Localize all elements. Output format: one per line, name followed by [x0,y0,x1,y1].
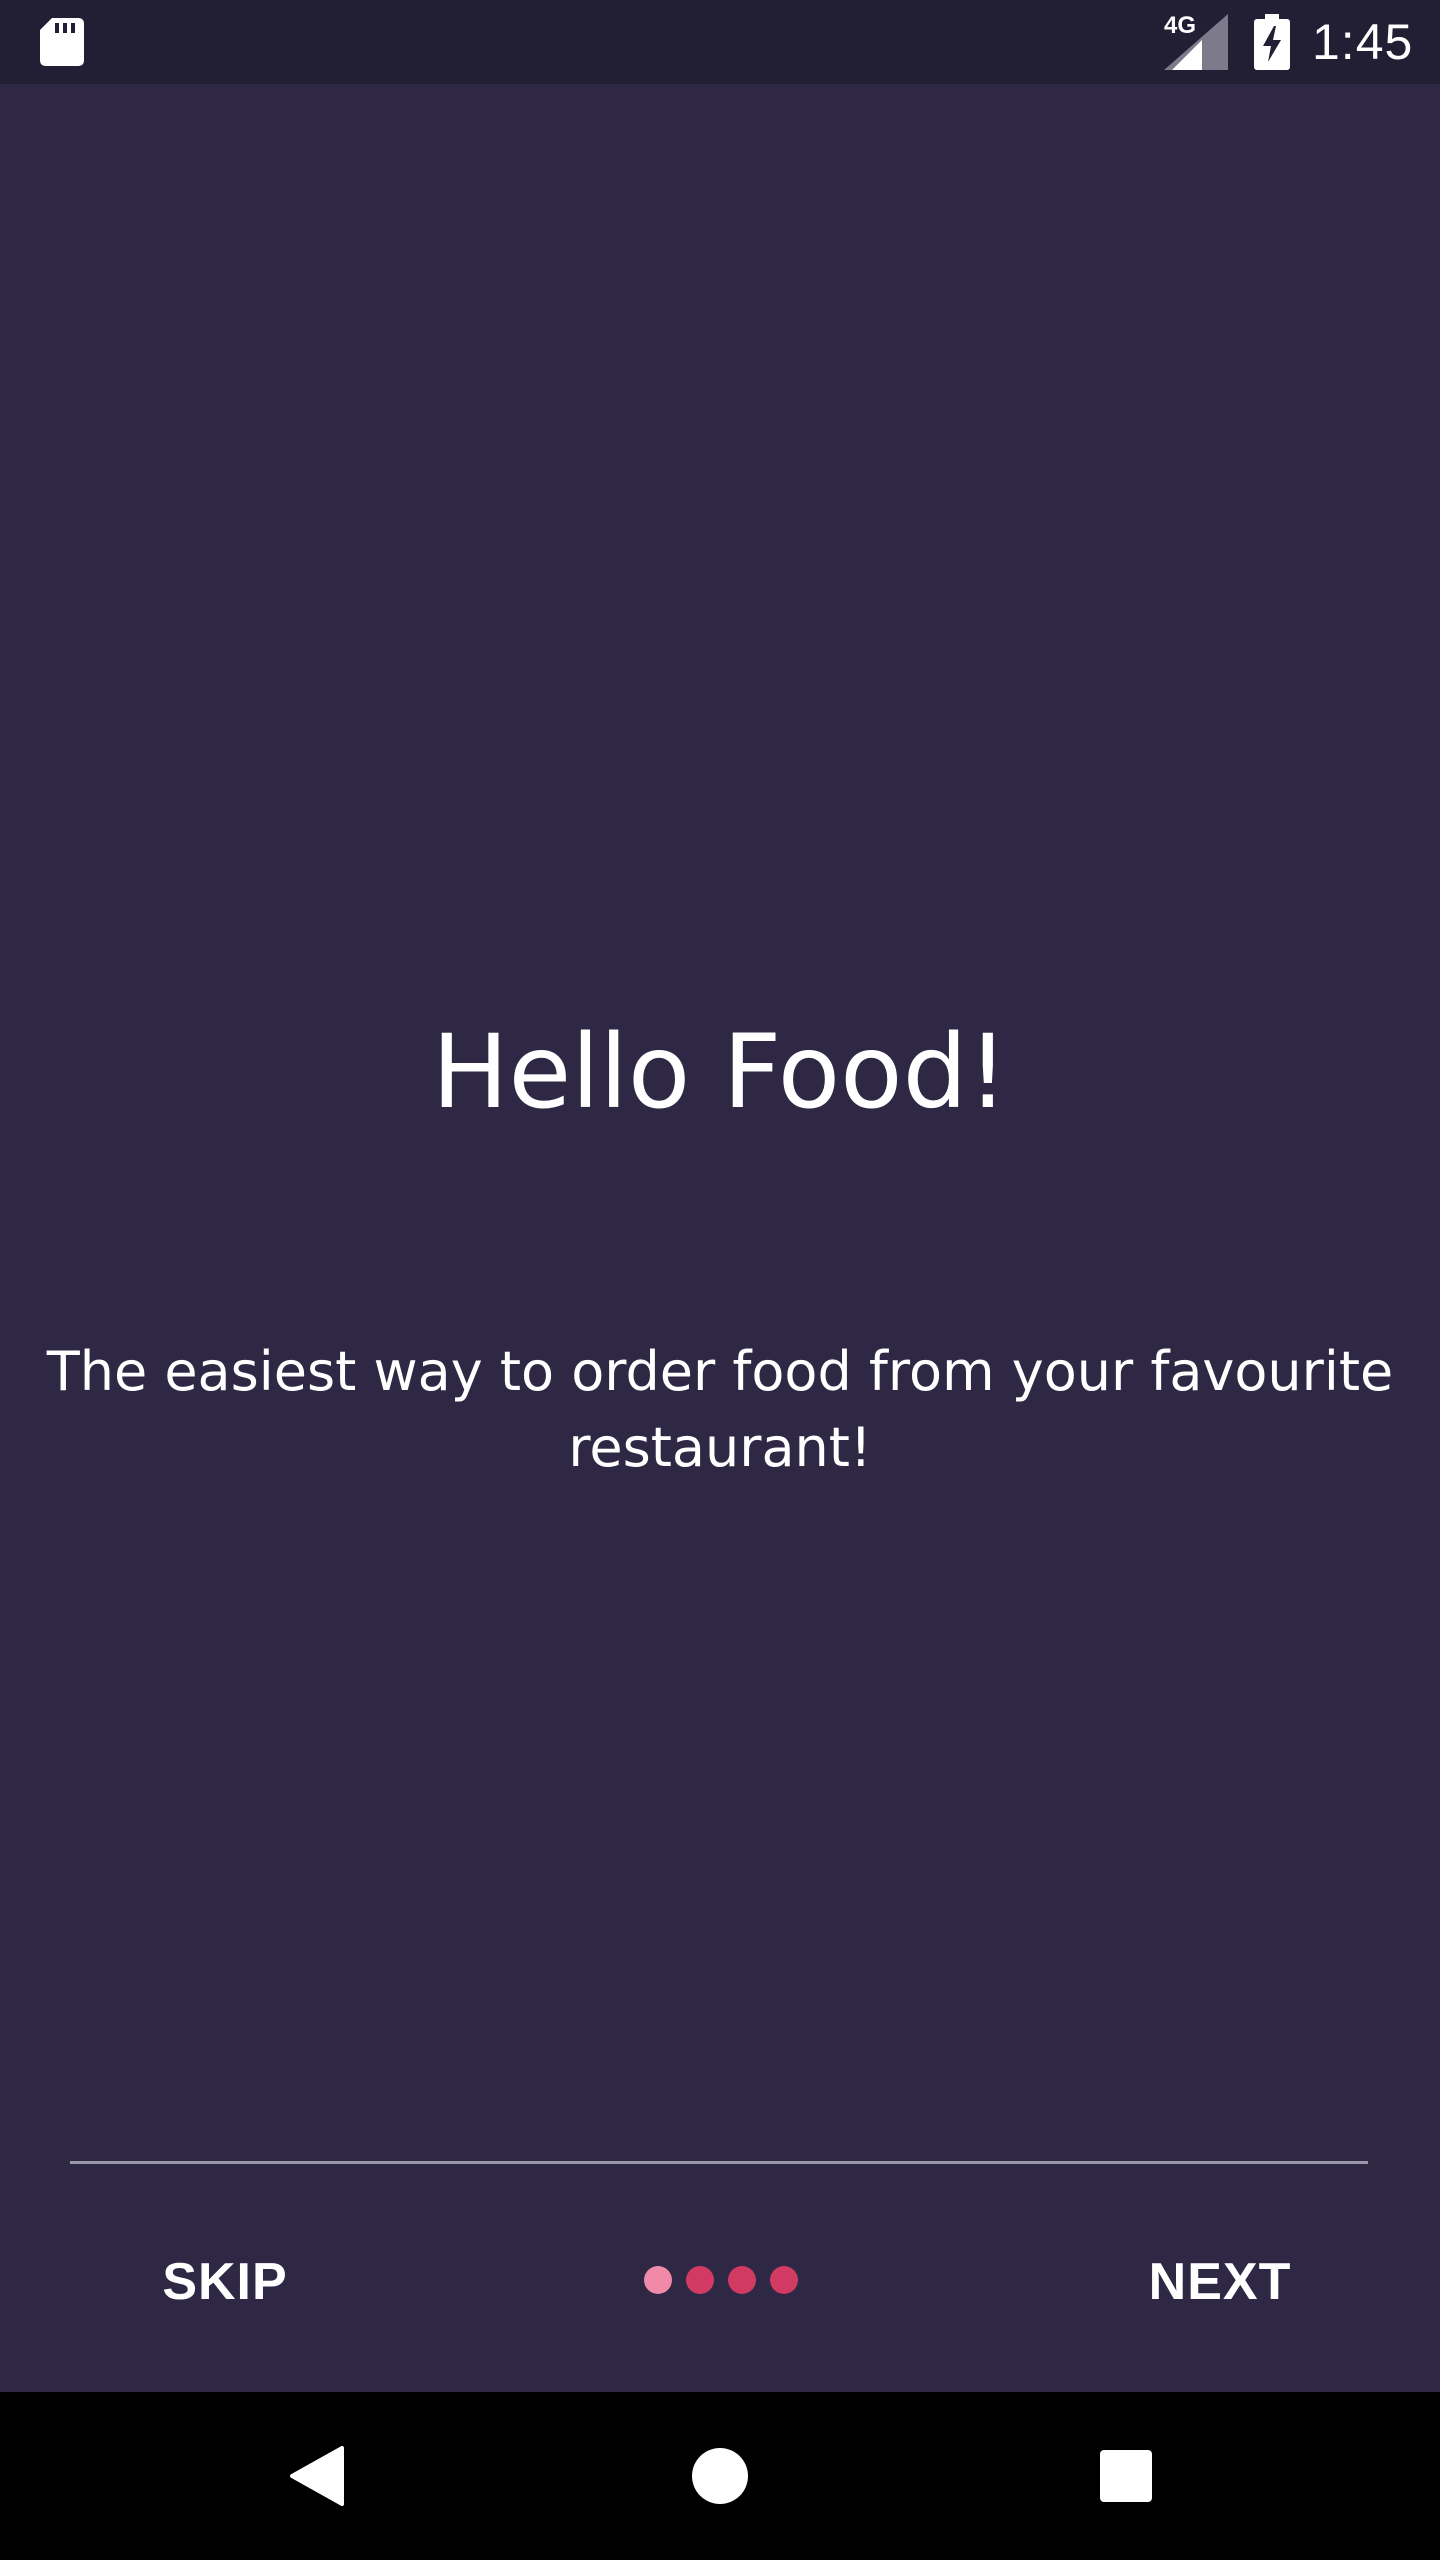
page-indicator-dot-active [644,2266,672,2294]
home-icon[interactable] [690,2446,750,2506]
page-indicator-dot [728,2266,756,2294]
recents-icon[interactable] [1098,2448,1154,2504]
page-indicator [644,2266,798,2294]
page-title: Hello Food! [431,1013,1009,1132]
page-indicator-dot [686,2266,714,2294]
page-indicator-dot [770,2266,798,2294]
page-subtitle: The easiest way to order food from your … [46,1340,1394,1479]
next-button[interactable]: NEXT [1120,2240,1320,2324]
battery-charging-icon [1254,14,1290,70]
skip-button[interactable]: SKIP [130,2240,320,2324]
back-icon[interactable] [288,2446,344,2506]
sd-card-icon [40,18,84,66]
status-bar: 4G 1:45 [0,0,1440,84]
network-type-label: 4G [1164,12,1197,39]
clock: 1:45 [1312,14,1414,70]
footer-divider [70,2161,1368,2164]
